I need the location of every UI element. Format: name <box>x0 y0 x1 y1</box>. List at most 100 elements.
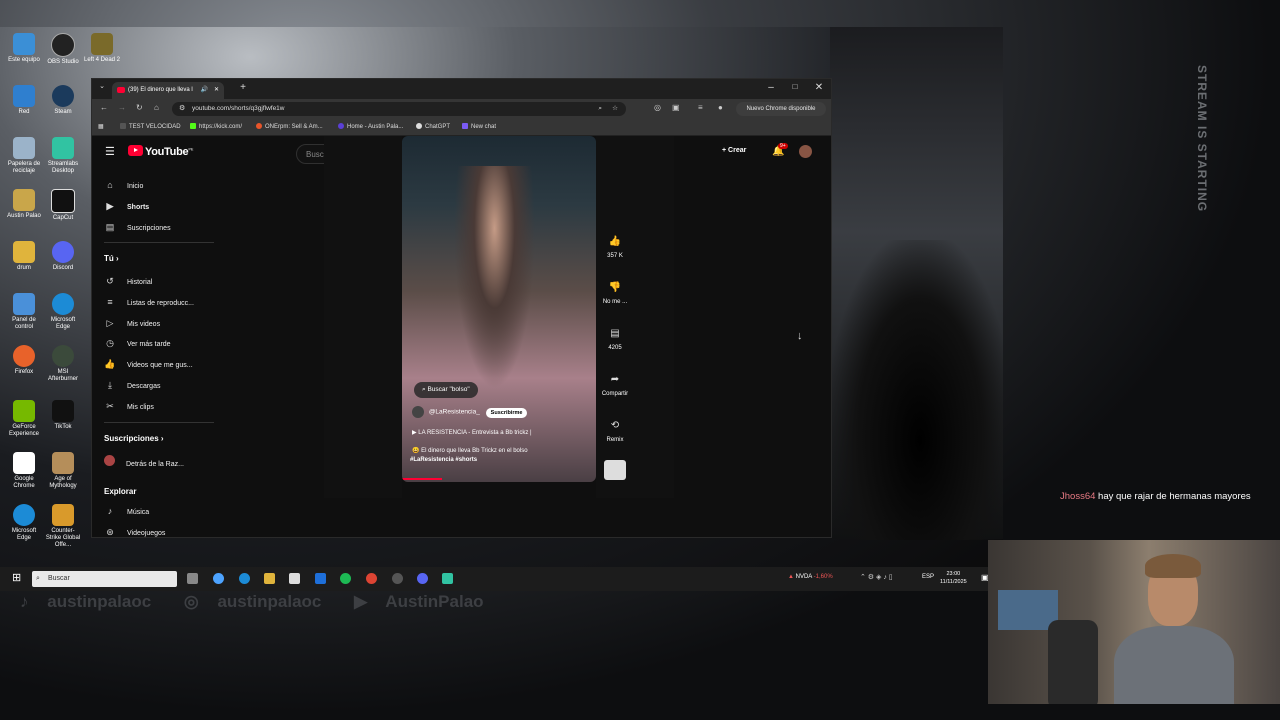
sidebar-item-historial[interactable]: ↺ Historial <box>104 276 152 287</box>
desktop-icon-obs[interactable]: OBS Studio <box>44 33 82 66</box>
close-window-button[interactable]: ✕ <box>812 82 826 93</box>
desktop-icon-csgo[interactable]: Counter-Strike Global Offe... <box>44 504 82 549</box>
profile-icon[interactable]: ● <box>718 103 723 112</box>
sidebar-item-listas[interactable]: ≡ Listas de reproducc... <box>104 297 194 307</box>
bookmark-onerpm[interactable]: ONErpm: Sell & Am... <box>256 123 323 130</box>
sidebar-item-inicio[interactable]: ⌂ Inicio <box>104 180 143 190</box>
remix-button[interactable]: ⟲ Remix <box>597 420 633 443</box>
back-icon[interactable]: ← <box>100 103 108 112</box>
avatar[interactable] <box>799 145 812 158</box>
short-video[interactable]: ⌕ Buscar "bolso" @LaResistencia_ Suscrib… <box>402 136 596 482</box>
short-hashtags[interactable]: #LaResistencia #shorts <box>410 457 477 463</box>
outlook-icon[interactable] <box>315 573 326 584</box>
desktop-icon-msi[interactable]: MSI Afterburner <box>44 345 82 383</box>
desktop-icon-network[interactable]: Red <box>5 85 43 116</box>
bookmark-star-icon[interactable]: ☆ <box>612 102 618 116</box>
like-icon: 👍 <box>104 359 116 369</box>
subscribe-button[interactable]: Suscribirme <box>485 407 528 418</box>
tray-icons[interactable]: ⌃ ⚙ ◈ ♪ ▯ <box>860 573 893 581</box>
sidebar-item-suscripciones[interactable]: ▤ Suscripciones <box>104 222 171 233</box>
bookmark-austin[interactable]: Home - Austin Pala... <box>338 123 403 130</box>
extension-icon[interactable]: ◎ <box>654 103 661 112</box>
desktop-icon-discord[interactable]: Discord <box>44 241 82 272</box>
desktop-icon-austin-palao[interactable]: Austin Palao <box>5 189 43 220</box>
bookmark-chatgpt[interactable]: ChatGPT <box>416 123 450 130</box>
bookmark-new-chat[interactable]: New chat <box>462 123 496 130</box>
reload-icon[interactable]: ↻ <box>136 103 143 112</box>
forward-icon[interactable]: → <box>118 103 126 112</box>
discord-icon[interactable] <box>417 573 428 584</box>
progress-bar[interactable] <box>402 478 442 480</box>
stock-widget[interactable]: ▲ NVDA -1,60% <box>788 574 833 580</box>
task-view-icon[interactable] <box>187 573 198 584</box>
home-icon[interactable]: ⌂ <box>154 103 159 112</box>
desktop-icon-steam[interactable]: Steam <box>44 85 82 116</box>
maximize-button[interactable]: □ <box>788 82 802 91</box>
menu-icon[interactable]: ☰ <box>105 145 115 158</box>
address-bar[interactable]: ⚙ youtube.com/shorts/q3gjflwfe1w ⌕ ☆ <box>172 102 626 116</box>
desktop-icon-geforce[interactable]: GeForce Experience <box>5 400 43 438</box>
sidebar-item-me-gusta[interactable]: 👍 Videos que me gus... <box>104 359 192 370</box>
edge-icon[interactable] <box>239 573 250 584</box>
store-icon[interactable] <box>289 573 300 584</box>
desktop-icon-firefox[interactable]: Firefox <box>5 345 43 376</box>
sidebar-item-channel[interactable]: Detrás de la Raz... <box>104 455 184 468</box>
sidebar-subs-header[interactable]: Suscripciones › <box>104 434 164 443</box>
taskbar-search[interactable]: ⌕ Buscar <box>32 571 177 587</box>
copilot-icon[interactable] <box>213 573 224 584</box>
desktop-icon-recycle-bin[interactable]: Papelera de reciclaje <box>5 137 43 175</box>
dislike-button[interactable]: 👎 No me ... <box>597 282 633 305</box>
sidebar-item-ver-mas-tarde[interactable]: ◷ Ver más tarde <box>104 338 171 349</box>
chrome-icon[interactable] <box>366 573 377 584</box>
streamlabs-icon[interactable] <box>442 573 453 584</box>
next-short-arrow-icon[interactable]: ↓ <box>797 330 803 342</box>
audio-icon[interactable]: 🔊 <box>201 82 208 99</box>
sidebar-item-musica[interactable]: ♪ Música <box>104 506 149 516</box>
related-video-link[interactable]: ▶ LA RESISTENCIA - Entrevista a Bb trick… <box>412 429 532 436</box>
youtube-logo[interactable]: YouTubePE <box>128 145 193 158</box>
share-button[interactable]: ➦ Compartir <box>597 374 633 397</box>
sidebar-you-header[interactable]: Tú › <box>104 254 119 263</box>
desktop-icon-tiktok[interactable]: TikTok <box>44 400 82 431</box>
desktop-icon-aom[interactable]: Age of Mythology <box>44 452 82 490</box>
windows-start-icon[interactable]: ⊞ <box>12 571 21 584</box>
sidebar-item-shorts[interactable]: ▶ Shorts <box>104 201 150 212</box>
spotify-icon[interactable] <box>340 573 351 584</box>
sidebar-item-videojuegos[interactable]: ⊛ Videojuegos <box>104 527 165 538</box>
language-indicator[interactable]: ESP <box>922 574 934 580</box>
apps-icon[interactable]: ▦ <box>98 123 104 130</box>
obs-icon[interactable] <box>392 573 403 584</box>
like-button[interactable]: 👍 357 K <box>597 236 633 259</box>
browser-tab[interactable]: (39) El dinero que lleva l 🔊 ✕ <box>112 82 224 99</box>
clock[interactable]: 23:00 11/11/2025 <box>940 570 967 586</box>
sidebar-item-descargas[interactable]: ⤓ Descargas <box>104 380 160 391</box>
site-info-icon[interactable]: ⚙ <box>179 102 185 116</box>
create-button[interactable]: + Crear <box>722 147 746 154</box>
close-tab-icon[interactable]: ✕ <box>214 82 219 99</box>
bookmark-kick[interactable]: https://kick.com/ <box>190 123 242 130</box>
desktop-icon-control-panel[interactable]: Panel de control <box>5 293 43 331</box>
minimize-button[interactable]: – <box>764 82 778 93</box>
desktop-icon-edge-2[interactable]: Microsoft Edge <box>5 504 43 542</box>
bookmark-test-velocidad[interactable]: TEST VELOCIDAD <box>120 123 181 130</box>
desktop-icon-edge[interactable]: Microsoft Edge <box>44 293 82 331</box>
search-chip[interactable]: ⌕ Buscar "bolso" <box>414 382 478 398</box>
new-tab-button[interactable]: + <box>236 82 250 93</box>
file-explorer-icon[interactable] <box>264 573 275 584</box>
chrome-update-button[interactable]: Nuevo Chrome disponible <box>736 102 826 116</box>
desktop-icon-drum[interactable]: drum <box>5 241 43 272</box>
comments-button[interactable]: ▤ 4205 <box>597 328 633 351</box>
sidebar-item-mis-clips[interactable]: ✂ Mis clips <box>104 401 154 412</box>
audio-thumbnail[interactable] <box>604 460 626 480</box>
zoom-icon[interactable]: ⌕ <box>598 102 602 116</box>
desktop-icon-l4d2[interactable]: Left 4 Dead 2 <box>83 33 121 64</box>
desktop-icon-chrome[interactable]: Google Chrome <box>5 452 43 490</box>
desktop-icon-streamlabs[interactable]: Streamlabs Desktop <box>44 137 82 175</box>
desktop-icon-capcut[interactable]: CapCut <box>44 189 82 222</box>
extensions-puzzle-icon[interactable]: ▣ <box>672 103 680 112</box>
media-icon[interactable]: ≡ <box>698 103 703 112</box>
channel-avatar[interactable] <box>412 406 424 418</box>
sidebar-item-mis-videos[interactable]: ▷ Mis videos <box>104 318 161 329</box>
desktop-icon-this-pc[interactable]: Este equipo <box>5 33 43 64</box>
tab-search-icon[interactable]: ⌄ <box>95 82 109 90</box>
